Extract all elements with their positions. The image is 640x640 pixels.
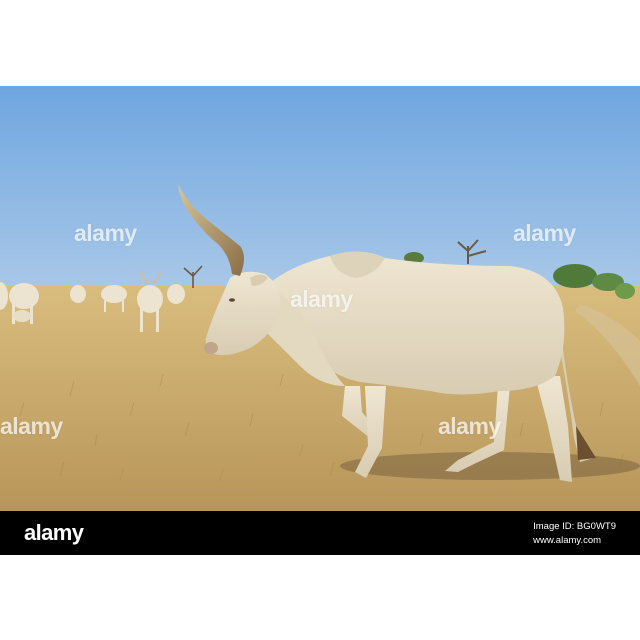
- alamy-watermark: alamy: [0, 413, 63, 439]
- image-info: Image ID: BG0WT9 www.alamy.com: [533, 520, 616, 548]
- grazing-cow-left: [13, 310, 31, 322]
- image-id: Image ID: BG0WT9: [533, 521, 616, 532]
- website-url: www.alamy.com: [533, 535, 602, 546]
- alamy-watermark: alamy: [290, 286, 353, 312]
- alamy-watermark: alamy: [513, 220, 576, 246]
- alamy-watermark: alamy: [438, 413, 501, 439]
- footer-bar: alamy Image ID: BG0WT9 www.alamy.com: [0, 511, 640, 555]
- alamy-watermark: alamy: [74, 220, 137, 246]
- alamy-logo: alamy: [24, 520, 84, 545]
- photo: alamy alamy alamy alamy alamy: [0, 86, 640, 511]
